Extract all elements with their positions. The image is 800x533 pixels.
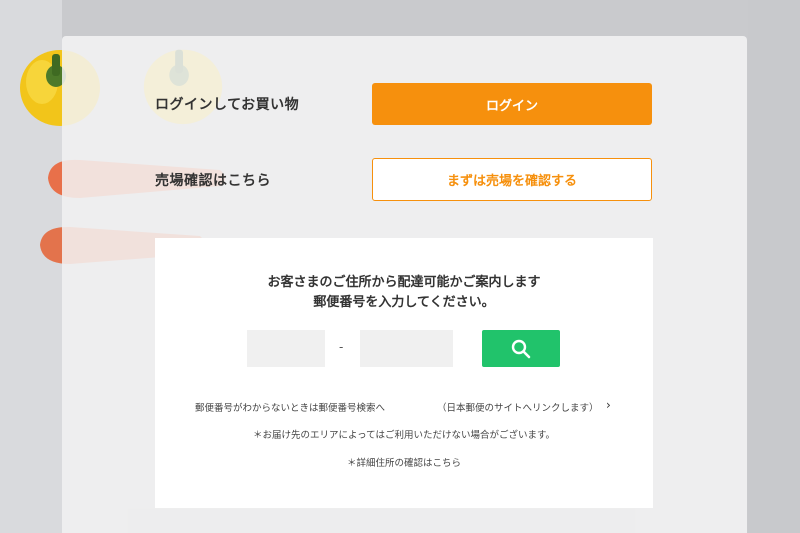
search-button[interactable] xyxy=(482,330,560,367)
area-availability-note: ＊お届け先のエリアによってはご利用いただけない場合がございます。 xyxy=(252,430,556,441)
search-icon xyxy=(511,339,531,358)
address-detail-link[interactable]: ＊詳細住所の確認はこちら xyxy=(155,455,653,469)
login-button[interactable]: ログイン xyxy=(372,83,652,125)
postal-code-first-input[interactable] xyxy=(247,330,325,367)
chevron-right-icon[interactable]: › xyxy=(606,398,611,412)
postal-code-second-input[interactable] xyxy=(360,330,453,367)
postal-title-line1: お客さまのご住所から配達可能かご案内します xyxy=(267,275,541,290)
store-check-label: 売場確認はこちら xyxy=(155,173,271,189)
login-prompt-label: ログインしてお買い物 xyxy=(155,97,300,113)
postal-lookup-link[interactable]: 郵便番号がわからないときは郵便番号検索へ xyxy=(195,400,385,414)
view-store-button[interactable]: まずは売場を確認する xyxy=(372,158,652,201)
japan-post-link[interactable]: （日本郵便のサイトへリンクします） xyxy=(437,400,599,414)
postal-separator: - xyxy=(339,340,344,354)
postal-title-line2: 郵便番号を入力してください。 xyxy=(313,295,495,310)
postal-code-card: お客さまのご住所から配達可能かご案内します 郵便番号を入力してください。 - 郵… xyxy=(155,238,653,508)
background-right xyxy=(748,0,800,533)
